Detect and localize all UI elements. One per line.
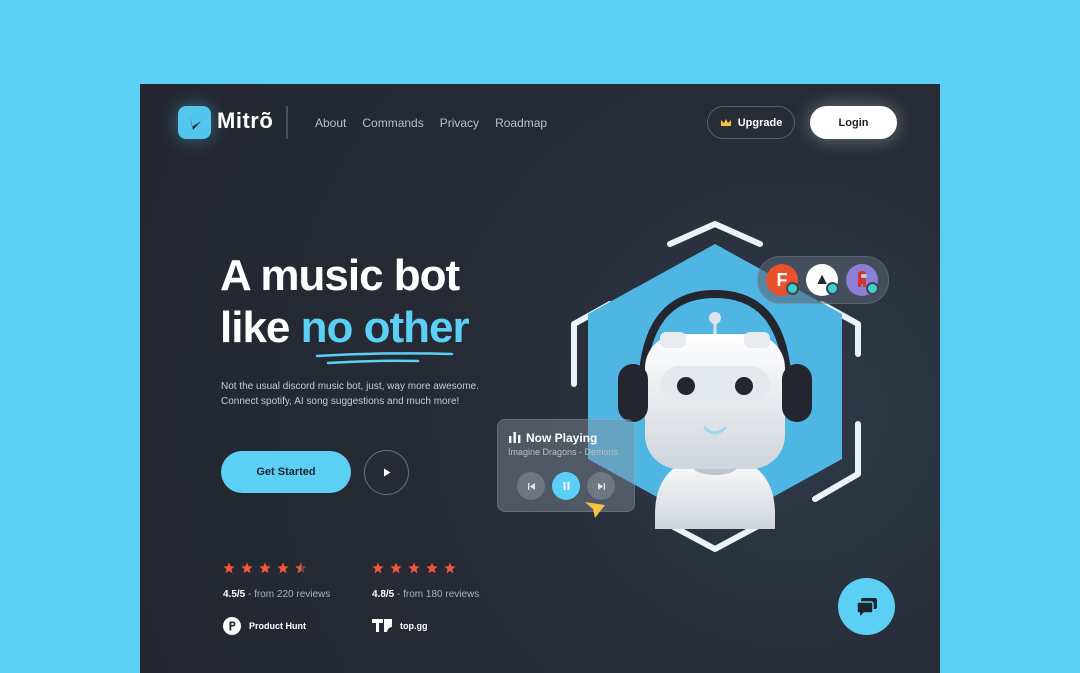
- prev-button[interactable]: [517, 472, 545, 500]
- nav-link-commands[interactable]: Commands: [362, 116, 423, 130]
- nav-link-privacy[interactable]: Privacy: [440, 116, 479, 130]
- star-icon: [277, 562, 289, 574]
- chat-icon: [855, 597, 877, 616]
- star-icon: [223, 562, 235, 574]
- hero-title-line1: A music bot: [220, 251, 460, 300]
- now-playing-track: Imagine Dragons - Demons: [508, 447, 619, 457]
- rating-text-topgg: 4.8/5 - from 180 reviews: [372, 589, 479, 600]
- producthunt-icon: [223, 617, 241, 635]
- login-button[interactable]: Login: [810, 106, 897, 139]
- rating-score: 4.8/5: [372, 589, 395, 600]
- nav-link-about[interactable]: About: [315, 116, 346, 130]
- among-us-avatar[interactable]: [846, 264, 879, 296]
- hero-title: A music bot like no other: [220, 250, 470, 354]
- producthunt-brand[interactable]: Product Hunt: [223, 617, 306, 635]
- rating-score: 4.5/5: [223, 589, 246, 600]
- connected-apps: F ▲: [757, 256, 889, 304]
- equalizer-icon: [509, 432, 521, 443]
- logo-text[interactable]: Mitrõ: [217, 108, 273, 134]
- pause-button[interactable]: [552, 472, 580, 500]
- star-icon: [444, 562, 456, 574]
- rating-count: - from 220 reviews: [245, 589, 331, 600]
- producthunt-label: Product Hunt: [249, 621, 306, 631]
- topgg-label: top.gg: [400, 620, 428, 631]
- star-icon: [259, 562, 271, 574]
- logo-icon[interactable]: [178, 106, 211, 139]
- play-icon: [383, 468, 390, 477]
- next-icon: [597, 482, 605, 490]
- rating-count: - from 180 reviews: [394, 589, 480, 600]
- pause-icon: [563, 482, 569, 490]
- topgg-icon: [372, 619, 392, 632]
- apex-avatar[interactable]: ▲: [806, 264, 839, 296]
- crown-icon: [720, 118, 731, 126]
- hero-title-line2: like: [220, 303, 301, 352]
- upgrade-label: Upgrade: [737, 116, 783, 129]
- now-playing-title: Now Playing: [526, 431, 598, 445]
- cursor-icon: [585, 502, 605, 518]
- star-icon: [372, 562, 384, 574]
- topgg-brand[interactable]: top.gg: [372, 618, 428, 633]
- rating-stars-producthunt: [223, 562, 307, 574]
- online-dot: [866, 282, 879, 295]
- star-icon: [390, 562, 402, 574]
- landing-page: Mitrõ About Commands Privacy Roadmap Upg…: [140, 84, 940, 673]
- hero-title-accent: no other: [300, 303, 470, 352]
- now-playing-card: Now Playing Imagine Dragons - Demons: [497, 419, 635, 512]
- play-video-button[interactable]: [364, 450, 409, 495]
- online-dot: [826, 282, 839, 295]
- half-star-icon: [295, 562, 307, 574]
- hero-subtitle-line1: Not the usual discord music bot, just, w…: [221, 381, 479, 392]
- title-underline: [315, 352, 454, 365]
- hero-subtitle: Not the usual discord music bot, just, w…: [221, 379, 521, 409]
- hero-subtitle-line2: Connect spotify, AI song suggestions and…: [221, 396, 460, 407]
- star-icon: [426, 562, 438, 574]
- upgrade-button[interactable]: Upgrade: [707, 106, 795, 139]
- star-icon: [408, 562, 420, 574]
- rating-text-producthunt: 4.5/5 - from 220 reviews: [223, 589, 330, 600]
- main-nav: About Commands Privacy Roadmap: [315, 116, 547, 130]
- rating-stars-topgg: [372, 562, 456, 574]
- nav-divider: [286, 106, 288, 139]
- prev-icon: [527, 482, 535, 490]
- online-dot: [786, 282, 799, 295]
- star-icon: [241, 562, 253, 574]
- chat-button[interactable]: [838, 578, 895, 635]
- nav-link-roadmap[interactable]: Roadmap: [495, 116, 547, 130]
- next-button[interactable]: [587, 472, 615, 500]
- get-started-button[interactable]: Get Started: [221, 451, 351, 493]
- fortnite-avatar[interactable]: F: [766, 264, 799, 296]
